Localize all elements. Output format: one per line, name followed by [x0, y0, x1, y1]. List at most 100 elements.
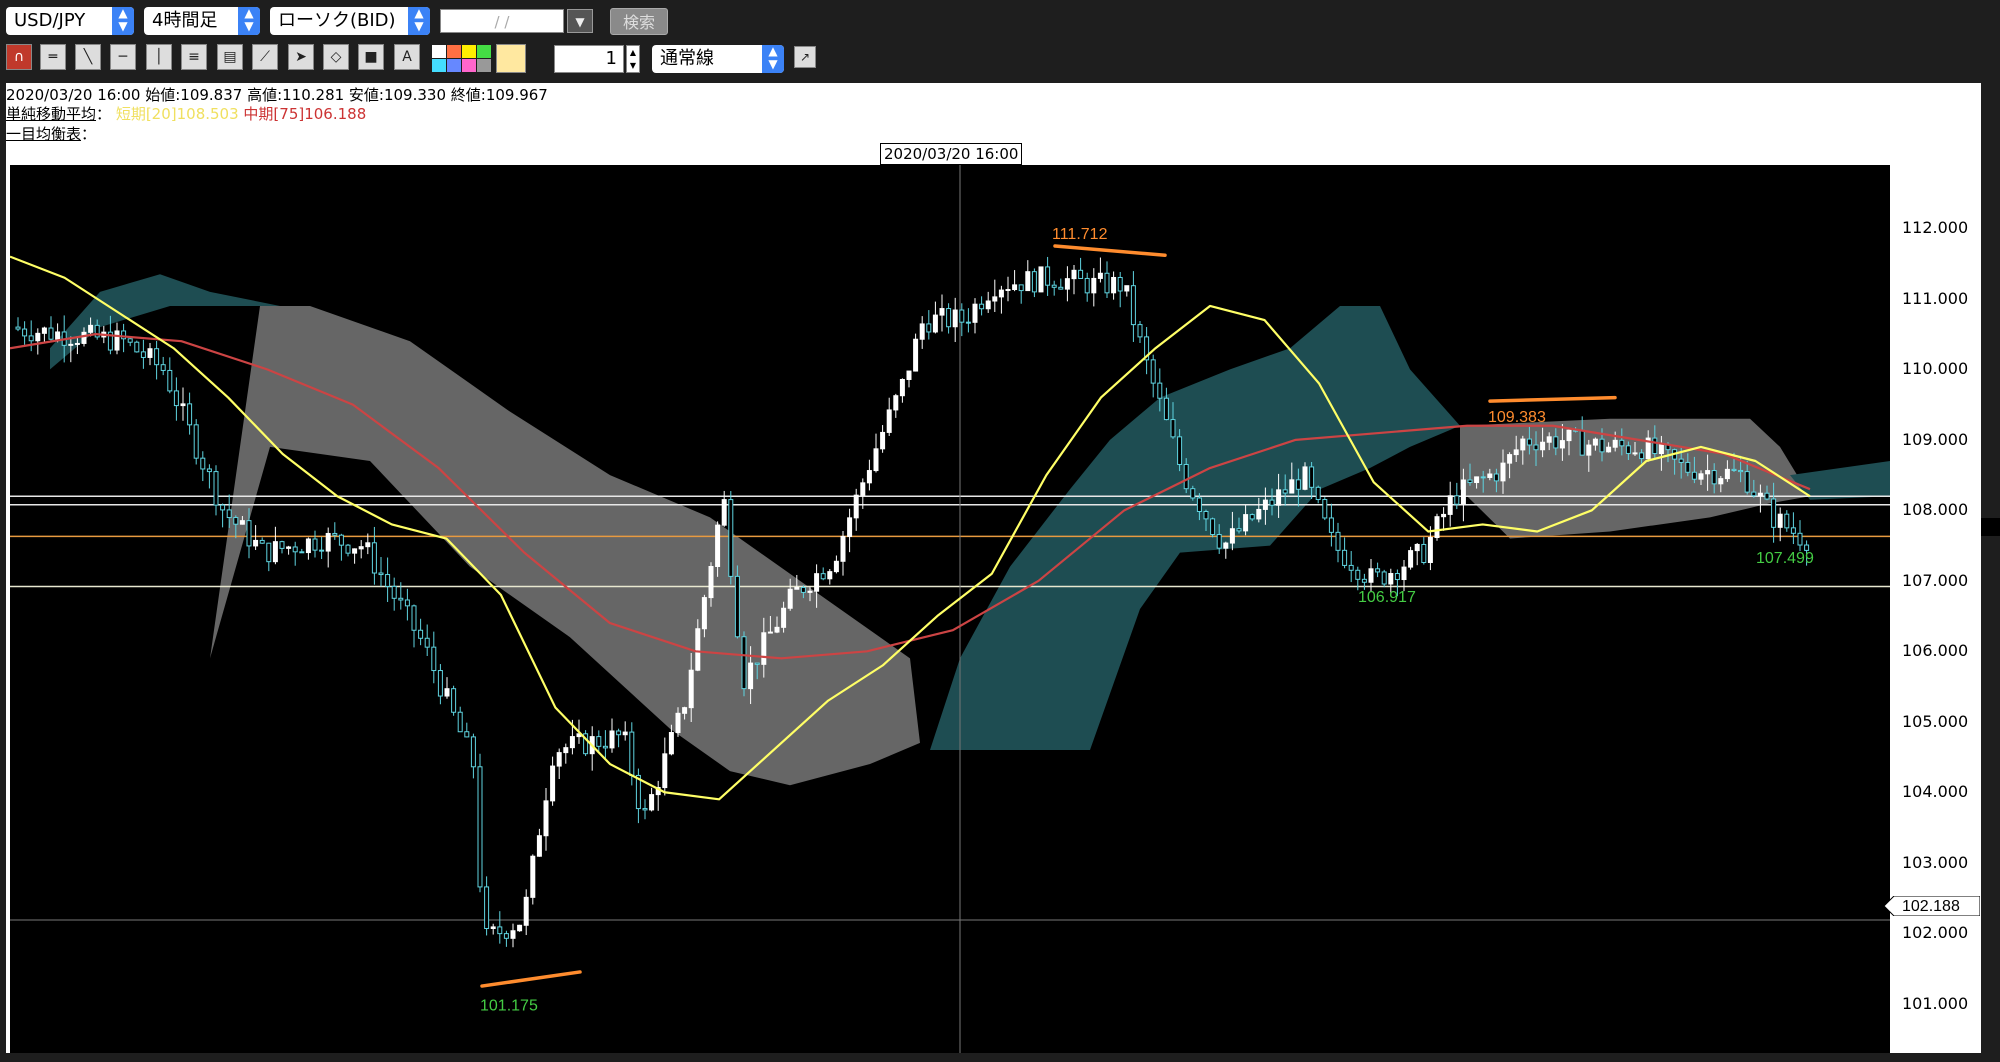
color-swatch[interactable]: [432, 59, 446, 72]
candle-body: [1117, 276, 1123, 292]
color-swatch[interactable]: [462, 45, 476, 58]
candle-body: [695, 628, 701, 671]
candle-body: [1434, 516, 1440, 539]
candle-body: [1249, 514, 1255, 520]
horizontal-ruler-icon[interactable]: ═: [40, 44, 66, 70]
line-mode-select[interactable]: 通常線 ▲ ▼: [652, 45, 784, 73]
trash-icon[interactable]: ■: [358, 44, 384, 70]
candle-body: [688, 669, 694, 709]
date-input[interactable]: / /: [440, 9, 564, 33]
candle-body: [1368, 568, 1374, 583]
candle-body: [292, 546, 298, 553]
horizontal-line-icon[interactable]: ─: [110, 44, 136, 70]
fibonacci-icon[interactable]: ≡: [181, 44, 207, 70]
candle-body: [1295, 479, 1301, 490]
candle-body: [1784, 513, 1790, 529]
candle-body: [946, 308, 952, 328]
candle-body: [1480, 476, 1486, 479]
price-chart[interactable]: 111.712 101.175 109.383 106.917 107.499: [10, 165, 1890, 1053]
timeframe-select[interactable]: 4時間足 ▲ ▼: [144, 7, 260, 35]
candle-body: [1639, 452, 1645, 460]
annotation-line: [480, 970, 582, 988]
candle-body: [74, 342, 80, 345]
candle-body: [616, 730, 622, 736]
candle-body: [15, 326, 21, 330]
candle-body: [404, 599, 410, 607]
candle-body: [1210, 518, 1216, 536]
line-mode-select-value: 通常線: [660, 48, 714, 69]
sma-label[interactable]: 単純移動平均: [6, 105, 96, 123]
candle-body: [325, 532, 331, 552]
candle-body: [1559, 440, 1565, 449]
expand-icon[interactable]: ↗: [794, 46, 816, 68]
color-swatch[interactable]: [447, 45, 461, 58]
candle-body: [503, 933, 509, 939]
candle-body: [305, 538, 311, 554]
date-dropdown-button[interactable]: ▼: [567, 9, 593, 33]
color-palette[interactable]: [432, 44, 540, 74]
line-width-input[interactable]: 1: [554, 45, 624, 73]
candle-body: [952, 309, 958, 328]
candle-body: [418, 629, 424, 639]
candle-body: [932, 314, 938, 333]
candle-body: [1408, 550, 1414, 568]
candle-body: [1533, 444, 1539, 451]
search-button[interactable]: 検索: [610, 8, 668, 35]
text-tool-icon[interactable]: A: [394, 44, 420, 70]
ichimoku-info: 一目均衡表：: [6, 125, 97, 143]
candle-body: [1375, 568, 1381, 573]
candle-body: [794, 586, 800, 590]
selected-color-swatch[interactable]: [496, 44, 526, 73]
pointer-icon[interactable]: ➤: [288, 44, 314, 70]
candle-body: [682, 707, 688, 714]
candle-body: [715, 524, 721, 567]
color-swatch[interactable]: [462, 59, 476, 72]
y-tick-label: 104.000: [1902, 782, 1969, 802]
fan-icon[interactable]: ⟋: [252, 44, 278, 70]
candle-body: [1592, 438, 1598, 446]
y-tick-label: 102.000: [1902, 923, 1969, 943]
candle-body: [154, 348, 160, 366]
pair-select[interactable]: USD/JPY ▲ ▼: [6, 7, 134, 35]
candle-body: [602, 745, 608, 749]
magnet-icon[interactable]: ∩: [6, 44, 32, 70]
candle-body: [1612, 439, 1618, 448]
eraser-icon[interactable]: ◇: [323, 44, 349, 70]
chevron-updown-icon: ▲ ▼: [112, 7, 134, 35]
candle-body: [81, 331, 87, 344]
candle-body: [926, 323, 932, 333]
candle-body: [1355, 569, 1361, 580]
channel-icon[interactable]: ▤: [217, 44, 243, 70]
candle-body: [1309, 466, 1315, 488]
candle-body: [497, 926, 503, 935]
color-swatch[interactable]: [432, 45, 446, 58]
line-width-stepper[interactable]: ▲ ▼: [626, 45, 640, 73]
candle-body: [1269, 499, 1275, 506]
vertical-line-icon[interactable]: │: [146, 44, 172, 70]
candle-body: [444, 688, 450, 697]
candle-body: [622, 731, 628, 736]
kumo-teal-left: [50, 274, 280, 370]
color-swatch[interactable]: [477, 45, 491, 58]
candle-body: [1315, 486, 1321, 501]
ichimoku-label[interactable]: 一目均衡表: [6, 125, 81, 143]
candle-body: [1190, 488, 1196, 499]
candle-body: [147, 348, 153, 358]
color-swatch[interactable]: [447, 59, 461, 72]
color-swatch[interactable]: [477, 59, 491, 72]
candle-body: [1421, 543, 1427, 564]
chart-type-select[interactable]: ローソク(BID) ▲ ▼: [270, 7, 430, 35]
chevron-updown-icon: ▲ ▼: [408, 7, 430, 35]
candle-body: [1282, 489, 1288, 494]
candle-body: [1797, 532, 1803, 546]
candle-body: [1678, 458, 1684, 463]
candle-body: [985, 300, 991, 310]
trendline-icon[interactable]: ╲: [75, 44, 101, 70]
candle-body: [781, 607, 787, 628]
candle-body: [675, 712, 681, 734]
annotation-label: 111.712: [1052, 226, 1108, 243]
y-tick-label: 108.000: [1902, 500, 1969, 520]
candle-body: [1216, 534, 1222, 549]
candle-body: [391, 585, 397, 599]
candle-body: [1744, 471, 1750, 493]
